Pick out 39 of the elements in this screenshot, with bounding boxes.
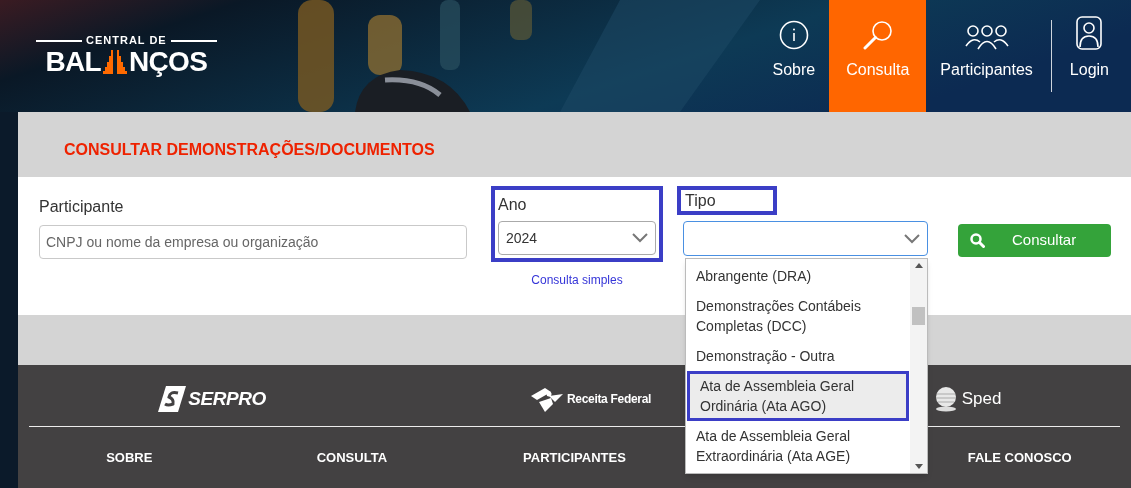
- dropdown-option[interactable]: Ata de Assembleia Geral Ordinária (Ata AGO): [687, 371, 909, 421]
- logo-subtitle: CENTRAL DE: [86, 35, 167, 46]
- chevron-down-icon: [904, 233, 920, 244]
- dropdown-option[interactable]: Ata de Assembleia Geral Extraordinária (Ata AGE): [686, 421, 910, 471]
- footer-link[interactable]: PARTICIPANTES: [523, 447, 626, 468]
- dropdown-option[interactable]: Demonstrações Contábeis Completas (DCC): [686, 291, 910, 341]
- year-select[interactable]: 2024: [498, 221, 656, 255]
- participant-input[interactable]: CNPJ ou nome da empresa ou organização: [39, 225, 467, 259]
- dropdown-option[interactable]: Abrangente (DRA): [686, 261, 910, 291]
- scroll-down-icon: [914, 464, 923, 469]
- section-title: CONSULTAR DEMONSTRAÇÕES/DOCUMENTOS: [64, 139, 435, 160]
- dropdown-option[interactable]: Demonstração - Outra: [686, 341, 910, 371]
- simple-search-link[interactable]: Consulta simples: [531, 271, 623, 289]
- scroll-up-icon: [914, 263, 923, 268]
- type-select[interactable]: [683, 221, 928, 256]
- people-icon: [964, 24, 1009, 50]
- info-icon: [778, 20, 809, 50]
- bar-stack-logo-icon: [102, 50, 128, 74]
- footer-link[interactable]: SOBRE: [106, 447, 153, 468]
- logo-text: NÇOS: [129, 48, 208, 76]
- logo-text: BAL: [45, 48, 101, 76]
- field-label: Tipo: [684, 191, 717, 211]
- user-icon: [1076, 16, 1103, 50]
- scrollbar[interactable]: [910, 259, 927, 473]
- nav-tab[interactable]: Login: [1055, 0, 1123, 112]
- search-icon: [970, 233, 985, 248]
- search-icon: [861, 20, 894, 50]
- nav-tab[interactable]: Sobre: [758, 0, 830, 112]
- footer-link[interactable]: CONSULTA: [316, 447, 388, 468]
- nav-tab[interactable]: Participantes: [926, 0, 1047, 112]
- scrollbar-thumb[interactable]: [912, 307, 925, 325]
- partner-logo-text: SERPRO: [188, 389, 266, 408]
- partner-logo-text: Receita Federal: [566, 392, 652, 405]
- field-label: Participante: [39, 197, 125, 217]
- partner-logo-text: Sped: [961, 390, 1002, 407]
- footer-link[interactable]: FALE CONOSCO: [967, 447, 1072, 468]
- field-label: Ano: [498, 195, 528, 215]
- chevron-down-icon: [632, 233, 648, 243]
- serpro-logo-icon: [158, 385, 187, 412]
